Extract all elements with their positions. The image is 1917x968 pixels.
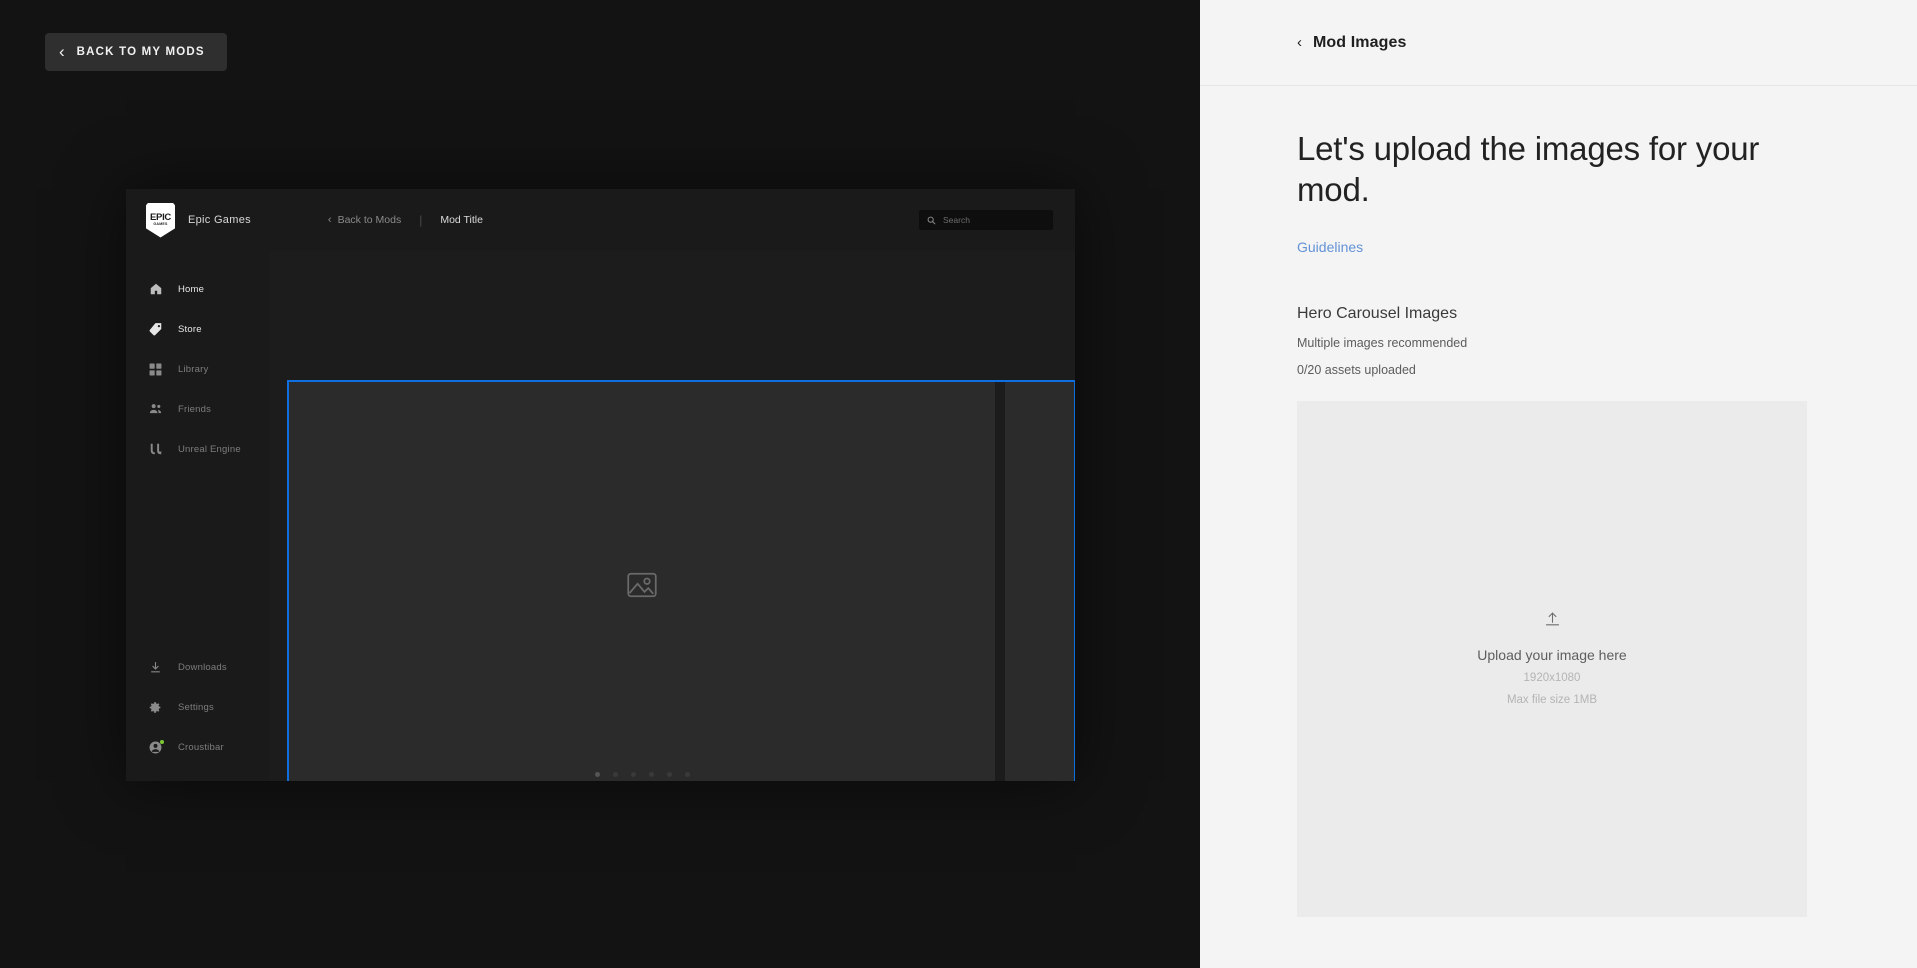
preview-sidebar-bottom: Downloads Settings Croustibar [126, 647, 269, 767]
unreal-engine-icon [148, 442, 163, 457]
page-title: Mod Images [1313, 33, 1407, 51]
section-subtitle: Multiple images recommended [1297, 335, 1468, 350]
sidebar-item-label: Store [178, 323, 202, 335]
image-dropzone[interactable]: Upload your image here 1920x1080 Max fil… [1297, 400, 1807, 917]
sidebar-item-friends[interactable]: Friends [126, 389, 269, 429]
sidebar-item-label: Croustibar [178, 741, 224, 753]
breadcrumb-separator: | [419, 213, 423, 227]
search-input[interactable]: Search [919, 210, 1053, 230]
preview-brand-label: Epic Games [188, 214, 251, 226]
preview-pane: ‹ BACK TO MY MODS EPIC GAMES Epic Games … [0, 0, 1200, 968]
dropzone-dimensions: 1920x1080 [1523, 672, 1581, 684]
carousel-dot[interactable] [630, 771, 636, 777]
sidebar-item-label: Library [178, 363, 209, 375]
upload-icon [1544, 611, 1561, 633]
sidebar-item-downloads[interactable]: Downloads [126, 647, 269, 687]
breadcrumb-current: Mod Title [440, 214, 483, 226]
back-to-my-mods-button[interactable]: ‹ BACK TO MY MODS [45, 33, 227, 71]
dropzone-primary-text: Upload your image here [1477, 647, 1627, 663]
carousel-dot[interactable] [684, 771, 690, 777]
friends-icon [148, 402, 163, 417]
hero-image-next-thumb[interactable] [1005, 382, 1074, 781]
sidebar-item-label: Friends [178, 403, 212, 415]
epic-games-preview-window: EPIC GAMES Epic Games ‹ Back to Mods | M… [126, 189, 1075, 781]
sidebar-item-label: Downloads [178, 661, 227, 673]
epic-games-logo-icon: EPIC GAMES [146, 202, 175, 238]
sidebar-item-label: Unreal Engine [178, 443, 241, 455]
carousel-dot[interactable] [666, 771, 672, 777]
panel-heading: Let's upload the images for your mod. [1297, 130, 1760, 209]
sidebar-item-settings[interactable]: Settings [126, 687, 269, 727]
gear-icon [148, 700, 163, 715]
search-placeholder: Search [943, 215, 970, 225]
panel-header: ‹ Mod Images [1200, 0, 1917, 86]
chevron-left-icon: ‹ [327, 214, 332, 226]
back-to-my-mods-label: BACK TO MY MODS [76, 46, 205, 58]
carousel-dot[interactable] [594, 771, 600, 777]
chevron-left-icon: ‹ [59, 41, 65, 61]
assets-uploaded-count: 0/20 assets uploaded [1297, 362, 1416, 377]
epic-logo-line1: EPIC [150, 211, 171, 223]
epic-logo-line2: GAMES [153, 222, 168, 227]
breadcrumb-back-to-mods[interactable]: ‹ Back to Mods [328, 214, 401, 226]
sidebar-item-unreal-engine[interactable]: Unreal Engine [126, 429, 269, 469]
sidebar-item-label: Settings [178, 701, 214, 713]
carousel-dot[interactable] [612, 771, 618, 777]
sidebar-item-home[interactable]: Home [126, 269, 269, 309]
preview-topbar: EPIC GAMES Epic Games ‹ Back to Mods | M… [126, 189, 1075, 251]
section-title: Hero Carousel Images [1297, 304, 1458, 322]
image-placeholder-icon [627, 572, 657, 598]
dropzone-max-size: Max file size 1MB [1506, 694, 1598, 706]
app-root: ‹ BACK TO MY MODS EPIC GAMES Epic Games … [0, 0, 1917, 968]
breadcrumb-back-label: Back to Mods [337, 214, 402, 226]
panel-body: Let's upload the images for your mod. Gu… [1200, 86, 1917, 917]
home-icon [148, 282, 163, 297]
search-icon [927, 216, 936, 224]
download-icon [148, 660, 163, 675]
chevron-left-icon[interactable]: ‹ [1297, 34, 1302, 51]
carousel-dot[interactable] [648, 771, 654, 777]
hero-image-placeholder[interactable] [289, 382, 995, 781]
sidebar-item-account[interactable]: Croustibar [126, 727, 269, 767]
grid-icon [148, 362, 163, 377]
sidebar-item-label: Home [178, 283, 205, 295]
sidebar-item-store[interactable]: Store [126, 309, 269, 349]
guidelines-link[interactable]: Guidelines [1297, 239, 1363, 255]
sidebar-item-library[interactable]: Library [126, 349, 269, 389]
preview-sidebar: Home Store Library Friends Unreal Engine… [126, 251, 269, 781]
mod-images-panel: ‹ Mod Images Let's upload the images for… [1200, 0, 1917, 968]
tag-icon [148, 322, 163, 337]
online-status-dot [160, 739, 164, 744]
avatar-icon [148, 739, 164, 755]
breadcrumb: ‹ Back to Mods | Mod Title [328, 213, 483, 227]
carousel-dots[interactable] [289, 767, 995, 781]
